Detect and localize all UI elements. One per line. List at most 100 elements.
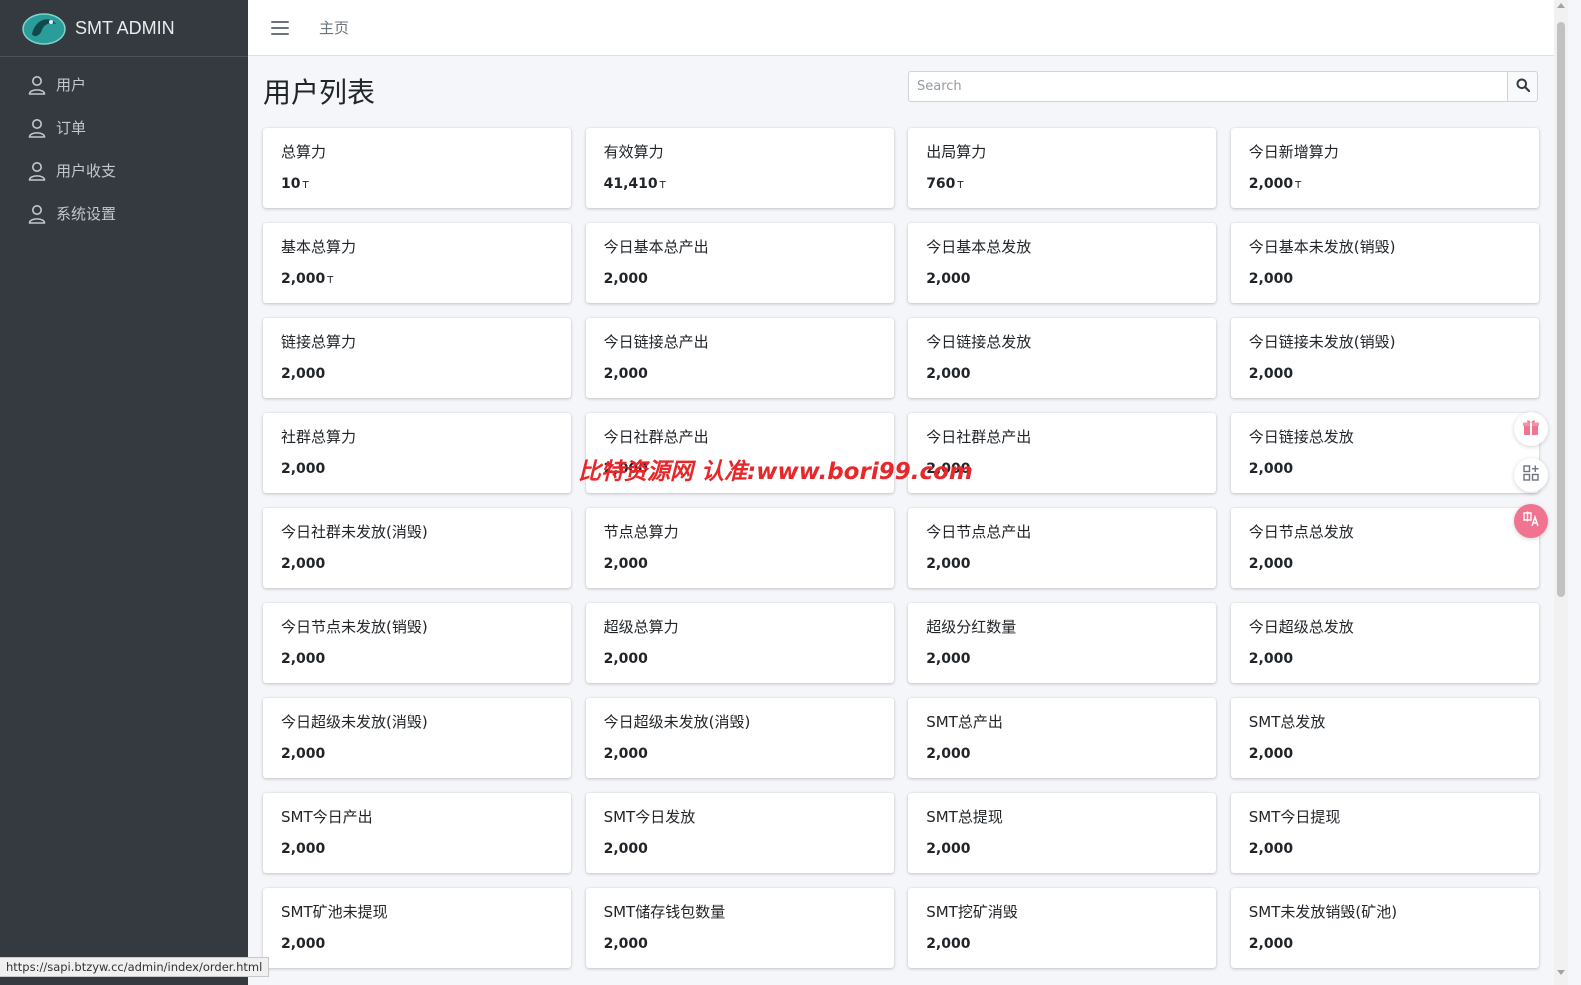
stat-label: 今日超级未发放(消毁) (281, 713, 428, 731)
stat-value-row: 2,000 (281, 365, 553, 383)
stat-value: 10 (281, 176, 301, 192)
stat-card: 今日超级未发放(消毁) 2,000 (585, 698, 894, 778)
stat-label: 超级总算力 (603, 618, 679, 636)
stat-label: SMT储存钱包数量 (603, 903, 726, 921)
stat-value-row: 2,000 (281, 555, 553, 573)
stat-card: 今日超级总发放 2,000 (1230, 603, 1539, 683)
stat-value-row: 2,000 (1249, 935, 1521, 953)
search-button[interactable] (1507, 71, 1538, 102)
sidebar-item-user-finance[interactable]: 用户收支 (0, 149, 248, 192)
sidebar-item-users[interactable]: 用户 (0, 63, 248, 106)
stat-value-row: 2,000 (926, 935, 1198, 953)
stat-card: SMT矿池未提现 2,000 (263, 888, 571, 968)
user-icon (28, 118, 46, 138)
stat-label: 今日社群未发放(消毁) (281, 523, 428, 541)
stat-value: 2,000 (926, 366, 971, 382)
stat-value: 2,000 (926, 271, 971, 287)
main-content: 用户列表 总算力10T有效算力41,410T出局算力760T今日新增算力2,00… (248, 56, 1554, 985)
brand-link[interactable]: SMT ADMIN (0, 0, 248, 57)
user-icon (28, 161, 46, 181)
stat-card: SMT总提现 2,000 (908, 793, 1217, 873)
stat-label: 今日节点总发放 (1248, 523, 1354, 541)
sidebar-item-settings[interactable]: 系统设置 (0, 192, 248, 235)
brand-name: SMT ADMIN (75, 17, 175, 38)
stat-card: 超级分红数量 2,000 (908, 603, 1217, 683)
stat-value: 2,000 (603, 746, 648, 762)
stat-value: 2,000 (603, 366, 648, 382)
stat-card: 超级总算力 2,000 (585, 603, 894, 683)
stat-card: 今日超级未发放(消毁) 2,000 (263, 698, 571, 778)
stat-value-row: 2,000 T (1249, 175, 1521, 195)
stat-value-row: 2,000 (1249, 840, 1521, 858)
stat-value: 2,000 (281, 556, 326, 572)
stat-label: 有效算力 (603, 143, 664, 161)
stat-value-row: 2,000 (604, 650, 876, 668)
stat-unit: T (957, 180, 964, 191)
dragon-logo-icon (20, 8, 68, 48)
stat-card: 今日链接总发放 2,000 (1230, 413, 1539, 493)
gift-button[interactable] (1514, 412, 1548, 446)
stat-value-row: 2,000 (926, 270, 1198, 288)
stat-card: 链接总算力 2,000 (263, 318, 571, 398)
stat-unit: T (327, 275, 334, 286)
page-scrollbar[interactable] (1554, 0, 1568, 985)
stat-value: 2,000 (1248, 936, 1294, 952)
stat-value: 2,000 (603, 556, 648, 572)
stat-value-row: 2,000 (604, 365, 876, 383)
user-icon (28, 204, 46, 224)
stat-label: SMT挖矿消毁 (926, 903, 1018, 921)
apps-button[interactable] (1514, 458, 1548, 492)
scroll-thumb[interactable] (1557, 22, 1565, 597)
stat-value-row: 760 T (926, 175, 1198, 195)
stat-value-row: 2,000 (604, 555, 876, 573)
sidebar-item-orders[interactable]: 订单 (0, 106, 248, 149)
browser-status-url: https://sapi.btzyw.cc/admin/index/order.… (0, 957, 270, 977)
stat-value: 2,000 (1248, 271, 1294, 287)
stat-unit: T (302, 180, 309, 191)
stat-value: 2,000 (603, 651, 648, 667)
stat-value: 2,000 (281, 936, 326, 952)
stat-value-row: 10 T (281, 175, 553, 195)
stat-value: 2,000 (1248, 366, 1294, 382)
stat-label: 基本总算力 (281, 238, 357, 256)
stat-value: 2,000 (926, 556, 971, 572)
stat-card: 节点总算力 2,000 (585, 508, 894, 588)
stat-card: 基本总算力 2,000 T (263, 223, 571, 303)
stat-value: 2,000 (1248, 461, 1294, 477)
stat-label: 超级分红数量 (926, 618, 1017, 636)
stat-value-row: 2,000 T (281, 270, 553, 290)
stat-card: 今日链接总产出 2,000 (585, 318, 894, 398)
stat-value-row: 2,000 (604, 270, 876, 288)
stat-value: 2,000 (1248, 651, 1294, 667)
stat-card: 今日节点未发放(销毁) 2,000 (263, 603, 571, 683)
scroll-down-arrow-icon[interactable] (1557, 970, 1565, 975)
stat-card: SMT今日产出 2,000 (263, 793, 571, 873)
stat-card: 出局算力 760 T (908, 128, 1217, 208)
stat-value-row: 2,000 (1249, 460, 1521, 478)
search-input[interactable] (908, 71, 1507, 102)
stat-card: 今日新增算力 2,000 T (1230, 128, 1539, 208)
stat-label: 今日基本未发放(销毁) (1248, 238, 1396, 256)
home-link[interactable]: 主页 (319, 17, 349, 38)
sidebar-item-label: 系统设置 (56, 205, 117, 223)
stat-label: 今日超级未发放(消毁) (603, 713, 751, 731)
search-icon (1516, 77, 1530, 96)
stat-value: 2,000 (1248, 556, 1294, 572)
stat-card: SMT未发放销毁(矿池) 2,000 (1230, 888, 1539, 968)
scroll-up-arrow-icon[interactable] (1557, 3, 1565, 8)
stat-value-row: 2,000 (926, 840, 1198, 858)
stat-card: SMT今日提现 2,000 (1230, 793, 1539, 873)
stats-grid: 总算力 10 T 有效算力 41,410 T 出局算力 760 T 今日新增算力 2,000 T 基本总… (263, 128, 1539, 968)
stat-value-row: 2,000 (1249, 555, 1521, 573)
stat-value: 2,000 (926, 746, 971, 762)
app-grid-icon (1522, 464, 1540, 486)
stat-value: 41,410 (603, 176, 658, 192)
stat-card: SMT总发放 2,000 (1230, 698, 1539, 778)
stat-card: 总算力 10 T (263, 128, 571, 208)
stat-label: 今日链接总发放 (1248, 428, 1354, 446)
translate-button[interactable] (1514, 504, 1548, 538)
stat-label: 今日链接总产出 (603, 333, 709, 351)
hamburger-icon[interactable] (271, 20, 289, 35)
page-title: 用户列表 (263, 76, 376, 109)
stat-label: SMT今日产出 (281, 808, 373, 826)
